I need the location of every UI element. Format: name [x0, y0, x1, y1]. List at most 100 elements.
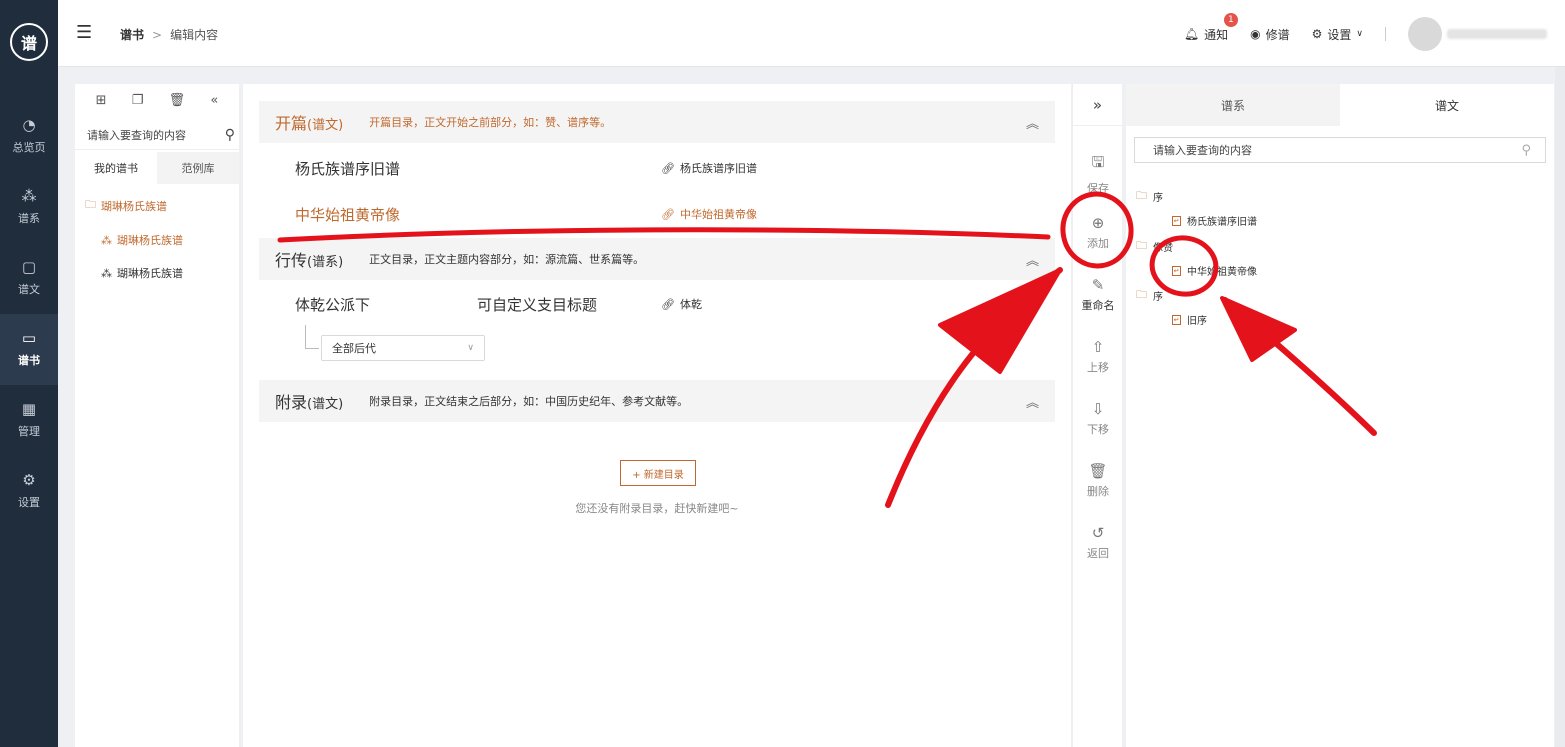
tree-root-node[interactable]: 🗀︎ 瑚琳杨氏族谱	[75, 196, 239, 215]
entry-title[interactable]: 杨氏族谱序旧谱	[295, 158, 400, 179]
collapse-left-icon[interactable]: «	[210, 93, 218, 108]
tab-lineage[interactable]: 谱系	[1126, 84, 1340, 126]
save-label: 保存	[1087, 182, 1109, 195]
chevron-up-icon[interactable]: ︽	[1026, 392, 1039, 411]
entry-link[interactable]: 🔗︎ 杨氏族谱序旧谱	[661, 160, 757, 176]
custom-subtitle[interactable]: 可自定义支目标题	[477, 294, 597, 315]
section-opening[interactable]: 开篇(谱文) 开篇目录，正文开始之前部分，如：赞、谱序等。 ︽	[259, 101, 1055, 143]
folder-label: 序	[1153, 193, 1163, 204]
action-toolbar: » 🖫︎ 保存 ⊕ 添加 ✎ 重命名 ⇧ 上移 ⇩ 下移 🗑︎ 删除 ↺ 返回	[1072, 84, 1122, 747]
folder-icon: 🗀︎	[1136, 239, 1147, 252]
app-logo[interactable]: 谱	[0, 0, 58, 84]
document-icon: ↵	[1172, 314, 1181, 325]
settings-label: 设置	[1327, 27, 1352, 42]
nav-item-overview[interactable]: ◔ 总览页	[0, 101, 58, 172]
breadcrumb-current: 编辑内容	[170, 28, 219, 42]
entry-title[interactable]: 中华始祖黄帝像	[295, 204, 400, 225]
notifications-button[interactable]: 🔔︎ 通知 1	[1183, 12, 1238, 43]
breadcrumb-separator: >	[152, 27, 163, 42]
link-icon: 🔗︎	[661, 207, 675, 221]
nav-item-texts[interactable]: ▢ 谱文	[0, 243, 58, 314]
delete-button[interactable]: 🗑︎ 删除	[1073, 462, 1123, 499]
descendant-select[interactable]: 全部后代 ∨	[321, 335, 485, 361]
nav-item-manage[interactable]: ▦ 管理	[0, 385, 58, 456]
page-scrollbar[interactable]	[1555, 67, 1565, 747]
tab-texts[interactable]: 谱文	[1340, 84, 1554, 126]
chevron-up-icon[interactable]: ︽	[1026, 250, 1039, 269]
move-up-button[interactable]: ⇧ 上移	[1073, 338, 1123, 375]
trash-icon[interactable]: 🗑︎	[169, 93, 186, 108]
nav-item-settings[interactable]: ⚙ 设置	[0, 456, 58, 527]
bell-icon: 🔔︎	[1183, 27, 1200, 41]
rename-button[interactable]: ✎ 重命名	[1073, 276, 1123, 313]
tab-my-books[interactable]: 我的谱书	[75, 152, 157, 184]
library-search-input[interactable]: 请输入要查询的内容 ⚲	[1134, 137, 1546, 163]
folder-icon: 🗀︎	[1136, 288, 1147, 301]
back-button[interactable]: ↺ 返回	[1073, 524, 1123, 561]
entry-link-label: 体乾	[679, 298, 702, 311]
user-menu[interactable]	[1408, 17, 1547, 51]
document-node[interactable]: ↵ 杨氏族谱序旧谱	[1172, 213, 1257, 228]
folder-icon: 🗀︎	[1136, 189, 1147, 202]
username-blurred	[1447, 29, 1547, 39]
nav-label: 管理	[18, 425, 40, 438]
arrow-down-icon: ⇩	[1091, 400, 1105, 418]
settings-dropdown[interactable]: ⚙ 设置 ∨	[1312, 26, 1363, 43]
document-icon: ▢	[21, 258, 37, 276]
library-tabs: 谱系 谱文	[1126, 84, 1554, 126]
lineage-icon: ⁂	[101, 266, 112, 280]
book-search-input[interactable]: 请输入要查询的内容 ⚲	[75, 120, 239, 150]
tree-leaf-node[interactable]: ⁂ 瑚琳杨氏族谱	[75, 265, 239, 281]
search-icon[interactable]: ⚲	[1521, 143, 1531, 158]
edit-icon: ✎	[1091, 276, 1105, 294]
search-icon[interactable]: ⚲	[225, 127, 235, 143]
empty-appendix-note: 您还没有附录目录，赶快新建吧~	[575, 502, 739, 515]
tab-examples[interactable]: 范例库	[157, 152, 239, 184]
tree-leaf-node[interactable]: ⁂ 瑚琳杨氏族谱	[75, 232, 239, 248]
folder-node[interactable]: 🗀︎ 像赞	[1136, 237, 1173, 256]
section-biography[interactable]: 行传(谱系) 正文目录，正文主题内容部分，如：源流篇、世系篇等。 ︽	[259, 238, 1055, 280]
pie-chart-icon: ◔	[22, 116, 36, 134]
breadcrumb-root[interactable]: 谱书	[120, 26, 144, 43]
nav-item-lineage[interactable]: ⁂ 谱系	[0, 172, 58, 243]
move-down-button[interactable]: ⇩ 下移	[1073, 400, 1123, 437]
gear-icon: ⚙	[22, 471, 36, 489]
nav-label: 谱文	[18, 283, 40, 296]
save-button[interactable]: 🖫︎ 保存	[1073, 152, 1123, 196]
book-search-placeholder: 请输入要查询的内容	[87, 128, 186, 142]
new-directory-button[interactable]: + 新建目录	[620, 460, 696, 486]
copy-icon[interactable]: ❐	[132, 93, 144, 108]
entry-link[interactable]: 🔗︎ 中华始祖黄帝像	[661, 206, 757, 222]
descendant-select-value: 全部后代	[332, 342, 376, 355]
folder-node[interactable]: 🗀︎ 序	[1136, 187, 1163, 206]
entry-link[interactable]: 🔗︎ 体乾	[661, 296, 702, 312]
logo-mark: 谱	[10, 23, 48, 61]
book-tree-panel: ⊞ ❐ 🗑︎ « 请输入要查询的内容 ⚲ 我的谱书 范例库 🗀︎ 瑚琳杨氏族谱 …	[75, 84, 239, 747]
folder-icon: 🗀︎	[85, 198, 96, 211]
add-button[interactable]: ⊕ 添加	[1073, 214, 1123, 251]
section-title: 附录(谱文)	[275, 393, 344, 412]
edit-genealogy-button[interactable]: ◉ 修谱	[1250, 26, 1290, 43]
folder-label: 序	[1153, 292, 1163, 303]
document-node[interactable]: ↵ 旧序	[1172, 312, 1207, 327]
chevron-up-icon[interactable]: ︽	[1026, 113, 1039, 132]
folder-node[interactable]: 🗀︎ 序	[1136, 286, 1163, 305]
top-header: ☰ 谱书 > 编辑内容 🔔︎ 通知 1 ◉ 修谱 ⚙ 设置 ∨	[58, 0, 1565, 67]
new-file-icon[interactable]: ⊞	[96, 93, 107, 108]
entry-title[interactable]: 体乾公派下	[295, 294, 370, 315]
document-node[interactable]: ↵ 中华始祖黄帝像	[1172, 263, 1257, 278]
nav-item-books[interactable]: ▭ 谱书	[0, 314, 58, 385]
breadcrumb: 谱书 > 编辑内容	[120, 26, 218, 43]
section-appendix[interactable]: 附录(谱文) 附录目录，正文结束之后部分，如：中国历史纪年、参考文献等。 ︽	[259, 380, 1055, 422]
lineage-icon: ⁂	[101, 233, 112, 247]
tree-icon: ⁂	[21, 187, 37, 205]
expand-right-icon[interactable]: »	[1073, 84, 1122, 126]
add-icon: ⊕	[1091, 214, 1105, 232]
nav-label: 谱书	[18, 354, 40, 367]
section-description: 正文目录，正文主题内容部分，如：源流篇、世系篇等。	[369, 253, 645, 266]
menu-toggle-icon[interactable]: ☰	[76, 22, 92, 43]
eye-icon: ◉	[1250, 27, 1261, 41]
section-title: 开篇(谱文)	[275, 114, 344, 133]
document-label: 旧序	[1187, 316, 1207, 327]
document-label: 杨氏族谱序旧谱	[1187, 217, 1257, 228]
